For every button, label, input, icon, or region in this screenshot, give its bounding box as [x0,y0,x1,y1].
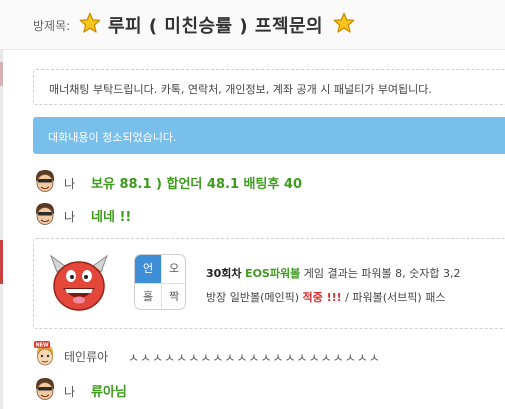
star-icon [79,12,101,33]
chat-message: NEW 테인류아 ㅅㅅㅅㅅㅅㅅㅅㅅㅅㅅㅅㅅㅅㅅㅅㅅㅅㅅㅅㅅㅅ [0,341,505,371]
message-nick: 나 [64,177,76,191]
notice-text: 매너채팅 부탁드립니다. 카톡, 연락처, 개인정보, 계좌 공개 시 패널티가… [49,83,432,96]
avatar-new-icon[interactable]: NEW [33,341,57,367]
pick-cell: 오 [168,262,180,275]
manner-notice: 매너채팅 부탁드립니다. 카톡, 연락처, 개인정보, 계좌 공개 시 패널티가… [33,69,505,105]
message-text: 류아님 [91,385,127,400]
message-text: ㅅㅅㅅㅅㅅㅅㅅㅅㅅㅅㅅㅅㅅㅅㅅㅅㅅㅅㅅㅅㅅ [128,351,381,365]
message-nick: 나 [64,210,76,224]
devil-mascot-icon [49,254,109,311]
cleared-text: 대화내용이 청소되었습니다. [48,131,177,144]
message-nick: 테인류아 [64,350,109,364]
pick-divider [135,283,185,284]
room-title: 루피 ( 미친승률 ) 프젝문의 [108,16,324,37]
main-pick-result: 적중 !!! [302,291,342,304]
star-icon [333,12,355,33]
sub-pick-label: 파워볼(서브픽) [352,291,422,304]
room-label: 방제목: [33,19,71,33]
pick-board: 언 오 홀 짝 [134,254,186,310]
message-text: 네네 !! [91,210,132,225]
pick-cell: 홀 [142,290,154,303]
new-badge: NEW [35,343,49,349]
pick-cell-selected: 언 [135,255,161,283]
sub-pick-result: 패스 [425,291,446,304]
pick-results: 방장 일반볼(메인픽) 적중 !!! / 파워볼(서브픽) 패스 [206,289,445,305]
avatar-icon[interactable] [33,201,57,227]
message-nick: 나 [64,385,76,399]
avatar-icon[interactable] [33,376,57,402]
game-result-card: 언 오 홀 짝 30회차 EOS파워볼 게임 결과는 파워볼 8, 숫자합 3,… [33,238,505,329]
pick-cell: 짝 [168,290,180,303]
result-summary: 30회차 EOS파워볼 게임 결과는 파워볼 8, 숫자합 3,2 [206,265,461,281]
game-name: EOS파워볼 [245,267,301,280]
pick-separator: / [345,291,349,304]
chat-message: 나 보유 88.1 ) 합언더 48.1 배팅후 40 [0,168,505,198]
edge-mark [0,240,3,284]
edge-mark [0,62,3,86]
main-pick-label: 방장 일반볼(메인픽) [206,291,300,304]
round-label: 30회차 [206,267,242,280]
result-detail: 게임 결과는 파워볼 8, 숫자합 3,2 [303,267,461,280]
avatar-icon[interactable] [33,168,57,194]
chat-cleared-banner: 대화내용이 청소되었습니다. [33,117,505,154]
room-header: 방제목: 루피 ( 미친승률 ) 프젝문의 [0,0,505,50]
message-text: 보유 88.1 ) 합언더 48.1 배팅후 40 [91,177,303,192]
chat-message: 나 네네 !! [0,201,505,231]
chat-message: 나 류아님 [0,376,505,406]
